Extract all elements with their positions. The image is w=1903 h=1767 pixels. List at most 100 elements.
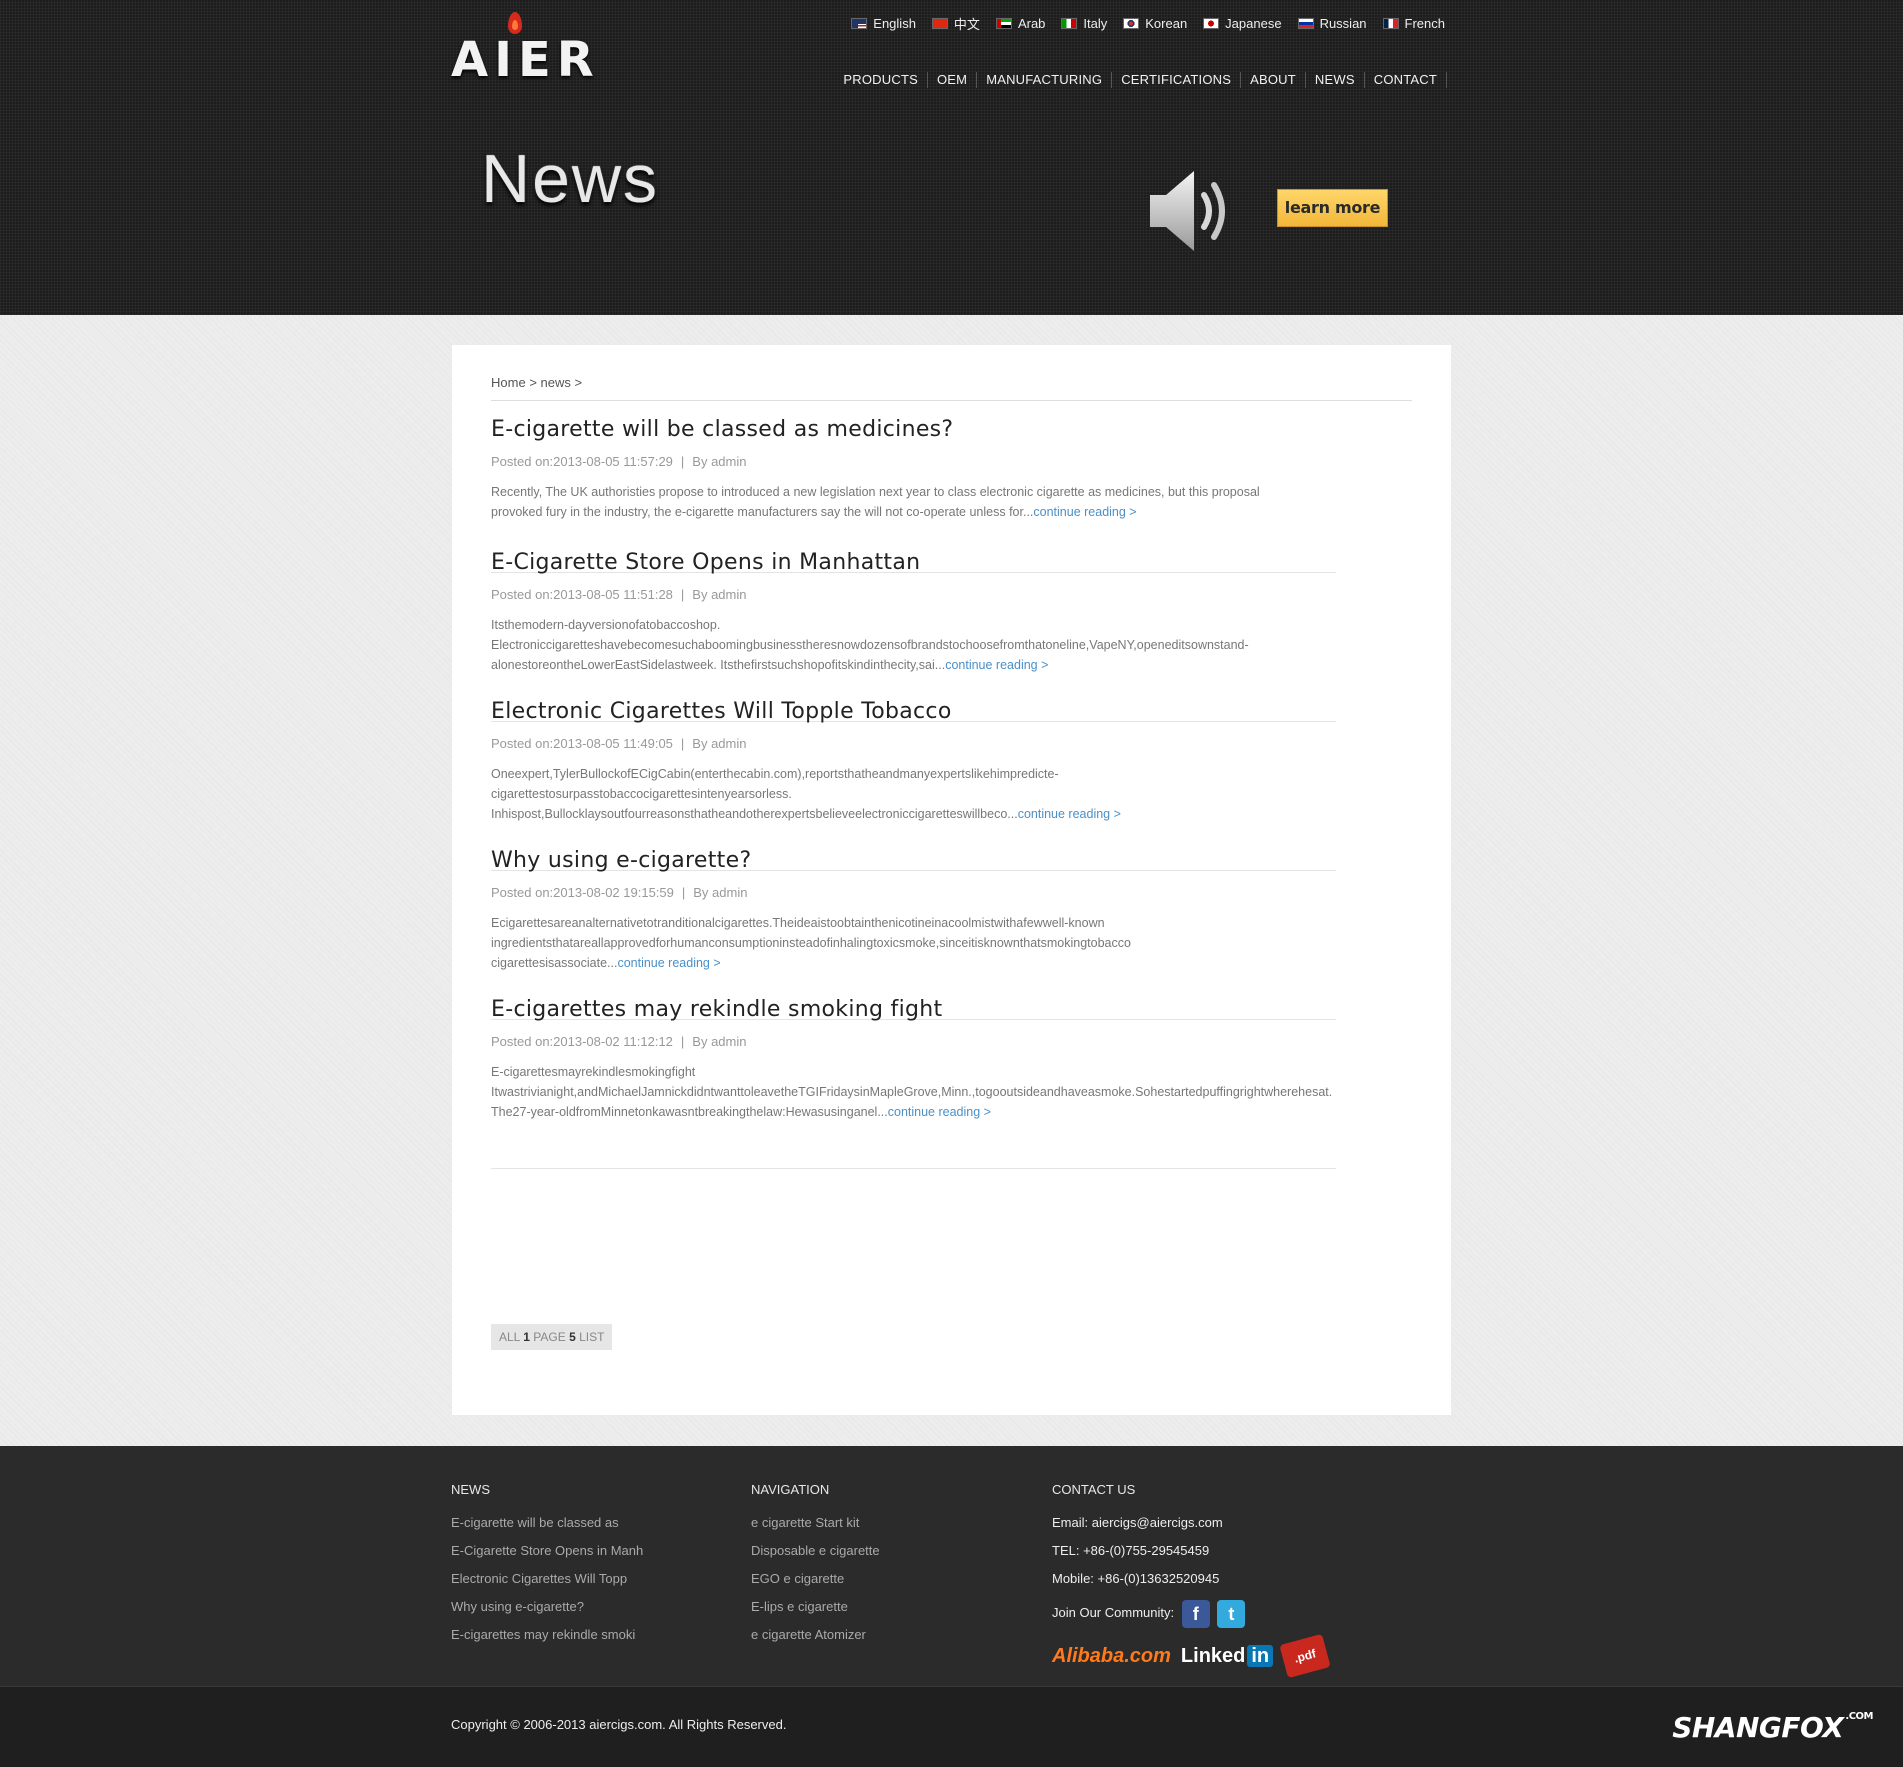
post-title[interactable]: E-cigarette will be classed as medicines… <box>491 417 1336 442</box>
footer-nav-link[interactable]: EGO e cigarette <box>751 1565 880 1593</box>
footer-news-heading: NEWS <box>451 1482 490 1497</box>
contact-email[interactable]: Email: aiercigs@aiercigs.com <box>1052 1509 1327 1537</box>
footer-contact-heading: CONTACT US <box>1052 1482 1136 1497</box>
language-label: French <box>1404 16 1445 31</box>
language-label: 中文 <box>953 17 980 32</box>
post-author: By admin <box>692 454 747 469</box>
news-post: E-cigarettes may rekindle smoking fight P… <box>491 997 1336 1122</box>
post-excerpt: Itsthemodern-dayversionofatobaccoshop. El… <box>491 615 1336 675</box>
learn-more-button[interactable]: learn more <box>1277 189 1388 227</box>
language-label: Arab <box>1017 16 1046 31</box>
logo-text: AIER <box>451 32 600 88</box>
logo[interactable]: AIER <box>451 10 656 88</box>
post-meta: Posted on:2013-08-05 11:57:29 | By admin <box>491 454 1336 469</box>
divider <box>491 1168 1336 1169</box>
site-header: AIER English 中文 Arab Italy Korean Japanese Rus… <box>0 0 1903 315</box>
site-footer: NEWS E-cigarette will be classed as E-Cig… <box>0 1446 1903 1686</box>
meta-separator: | <box>680 1034 685 1049</box>
continue-reading-link[interactable]: continue reading > <box>945 658 1048 672</box>
news-post: Electronic Cigarettes Will Topple Tobacc… <box>491 699 1336 824</box>
excerpt-line: Recently, The UK authoristies propose to… <box>491 485 1260 499</box>
language-it[interactable]: Italy <box>1061 14 1107 33</box>
excerpt-line: The27-year-oldfromMinnetonkawasntbreakin… <box>491 1105 888 1119</box>
shangfox-logo[interactable]: SHANGFOX .COM <box>1672 1711 1873 1744</box>
post-date: Posted on:2013-08-05 11:49:05 <box>491 736 673 751</box>
flag-cn-icon <box>931 18 948 29</box>
footer-news-link[interactable]: Electronic Cigarettes Will Topp <box>451 1565 643 1593</box>
facebook-icon[interactable]: f <box>1181 1599 1210 1628</box>
community-label: Join Our Community: <box>1052 1605 1175 1620</box>
post-title[interactable]: Why using e-cigarette? <box>491 848 1336 873</box>
pager-all: ALL <box>499 1330 520 1344</box>
continue-reading-link[interactable]: continue reading > <box>1033 505 1136 519</box>
excerpt-line: Ecigarettesareanalternativetotranditiona… <box>491 916 1105 930</box>
nav-news[interactable]: NEWS <box>1306 72 1365 88</box>
linkedin-logo[interactable]: Linked in <box>1181 1644 1274 1668</box>
nav-products[interactable]: PRODUCTS <box>834 72 928 88</box>
language-selector: English 中文 Arab Italy Korean Japanese Russian F… <box>851 14 1445 33</box>
speaker-icon[interactable] <box>1148 167 1236 255</box>
footer-news-link[interactable]: E-cigarette will be classed as <box>451 1509 643 1537</box>
alibaba-logo[interactable]: Alibaba.com <box>1052 1645 1171 1668</box>
post-title[interactable]: E-Cigarette Store Opens in Manhattan <box>491 550 1336 575</box>
meta-separator: | <box>680 736 685 751</box>
footer-news-link[interactable]: Why using e-cigarette? <box>451 1593 643 1621</box>
language-cn[interactable]: 中文 <box>931 14 980 33</box>
linkedin-in-icon: in <box>1247 1644 1274 1667</box>
news-post: E-cigarette will be classed as medicines… <box>491 417 1336 522</box>
pdf-icon[interactable]: .pdf <box>1279 1633 1331 1679</box>
post-meta: Posted on:2013-08-02 19:15:59 | By admin <box>491 885 1336 900</box>
language-label: Russian <box>1319 16 1367 31</box>
footer-nav-link[interactable]: e cigarette Atomizer <box>751 1621 880 1649</box>
excerpt-line: cigarettestosurpasstobaccocigarettesinte… <box>491 787 792 801</box>
post-excerpt: Ecigarettesareanalternativetotranditiona… <box>491 913 1336 973</box>
pager-list: LIST <box>579 1330 605 1344</box>
footer-news-link[interactable]: E-Cigarette Store Opens in Manh <box>451 1537 643 1565</box>
page-title: News <box>481 141 660 217</box>
post-meta: Posted on:2013-08-02 11:12:12 | By admin <box>491 1034 1336 1049</box>
nav-oem[interactable]: OEM <box>928 72 978 88</box>
footer-nav-link[interactable]: E-lips e cigarette <box>751 1593 880 1621</box>
footer-nav-link[interactable]: Disposable e cigarette <box>751 1537 880 1565</box>
breadcrumb-news[interactable]: news <box>541 375 571 390</box>
excerpt-line: alonestoreontheLowerEastSidelastweek. It… <box>491 658 946 672</box>
language-ru[interactable]: Russian <box>1297 14 1367 33</box>
language-jp[interactable]: Japanese <box>1203 14 1282 33</box>
footer-news-link[interactable]: E-cigarettes may rekindle smoki <box>451 1621 643 1649</box>
meta-separator: | <box>680 587 685 602</box>
continue-reading-link[interactable]: continue reading > <box>888 1105 991 1119</box>
post-date: Posted on:2013-08-02 11:12:12 <box>491 1034 673 1049</box>
post-date: Posted on:2013-08-05 11:51:28 <box>491 587 673 602</box>
excerpt-line: Itsthemodern-dayversionofatobaccoshop. <box>491 618 721 632</box>
nav-manufacturing[interactable]: MANUFACTURING <box>977 72 1113 88</box>
excerpt-line: E-cigarettesmayrekindlesmokingfight <box>491 1065 696 1079</box>
post-title[interactable]: Electronic Cigarettes Will Topple Tobacc… <box>491 699 1336 724</box>
post-author: By admin <box>692 736 747 751</box>
twitter-icon[interactable]: t <box>1217 1599 1246 1628</box>
flag-us-icon <box>851 18 868 29</box>
language-label: Korean <box>1145 16 1188 31</box>
language-fr[interactable]: French <box>1382 14 1445 33</box>
language-us[interactable]: English <box>851 14 916 33</box>
language-label: Italy <box>1083 16 1108 31</box>
excerpt-line: Oneexpert,TylerBullockofECigCabin(entert… <box>491 767 1059 781</box>
language-ae[interactable]: Arab <box>995 14 1046 33</box>
breadcrumb-home[interactable]: Home <box>491 375 526 390</box>
continue-reading-link[interactable]: continue reading > <box>1018 807 1121 821</box>
nav-about[interactable]: ABOUT <box>1241 72 1306 88</box>
bottom-bar: Copyright © 2006-2013 aiercigs.com. All … <box>0 1686 1903 1767</box>
footer-nav-link[interactable]: e cigarette Start kit <box>751 1509 880 1537</box>
news-list-card: Home > news > E-cigarette will be classe… <box>452 345 1451 1415</box>
flag-jp-icon <box>1203 18 1220 29</box>
post-date: Posted on:2013-08-02 19:15:59 <box>491 885 674 900</box>
post-title[interactable]: E-cigarettes may rekindle smoking fight <box>491 997 1336 1022</box>
nav-contact[interactable]: CONTACT <box>1365 72 1447 88</box>
footer-contact-column: CONTACT US Email: aiercigs@aiercigs.com … <box>1052 1482 1331 1679</box>
nav-certifications[interactable]: CERTIFICATIONS <box>1112 72 1242 88</box>
pager-count: 5 <box>569 1330 576 1344</box>
pager-pages: 1 <box>523 1330 530 1344</box>
continue-reading-link[interactable]: continue reading > <box>617 956 720 970</box>
language-kr[interactable]: Korean <box>1123 14 1187 33</box>
contact-mobile: Mobile: +86-(0)13632520945 <box>1052 1571 1220 1586</box>
flame-icon <box>508 12 522 34</box>
